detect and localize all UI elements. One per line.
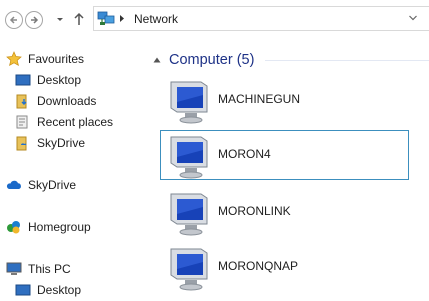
sidebar-item-recent-places[interactable]: Recent places: [15, 112, 113, 132]
sidebar-item-this-pc[interactable]: This PC: [6, 259, 71, 279]
computer-tile[interactable]: MORONQNAP: [160, 242, 409, 292]
content-pane: Computer (5) MACHINEGUN MORON4 MORONLINK…: [145, 40, 429, 298]
sidebar-item-label: Homegroup: [28, 220, 91, 234]
computer-name: MACHINEGUN: [218, 92, 301, 106]
sidebar-item-label: Downloads: [37, 94, 97, 108]
recent-locations-button[interactable]: [55, 13, 65, 25]
arrow-right-icon: [31, 16, 39, 24]
address-bar[interactable]: Network: [93, 6, 429, 31]
arrow-left-icon: [9, 16, 17, 24]
up-button[interactable]: [72, 11, 86, 27]
navigation-pane: Favourites Desktop Downloads Recent plac…: [0, 40, 145, 298]
computer-icon: [6, 261, 22, 277]
cloud-icon: [6, 177, 22, 193]
computer-tile[interactable]: MORONLINK: [160, 187, 409, 237]
sidebar-item-homegroup[interactable]: Homegroup: [6, 217, 91, 237]
sidebar-item-favourites[interactable]: Favourites: [6, 49, 84, 69]
chevron-right-icon: [120, 15, 124, 22]
computer-icon: [170, 136, 208, 179]
skydrive-folder-icon: [15, 135, 31, 151]
computer-name: MORONQNAP: [218, 259, 299, 273]
navigation-bar: Network: [0, 0, 429, 40]
group-header-computer[interactable]: Computer (5): [153, 50, 254, 70]
desktop-icon: [15, 72, 31, 88]
arrow-up-icon: [74, 12, 84, 25]
desktop-icon: [15, 282, 31, 298]
chevron-down-icon: [57, 18, 63, 21]
back-button[interactable]: [5, 11, 23, 29]
sidebar-item-label: SkyDrive: [37, 136, 86, 150]
collapse-icon[interactable]: [153, 57, 161, 63]
sidebar-item-label: Desktop: [37, 73, 82, 87]
sidebar-item-downloads[interactable]: Downloads: [15, 91, 96, 111]
recent-places-icon: [15, 114, 31, 130]
sidebar-item-skydrive[interactable]: SkyDrive: [6, 175, 76, 195]
forward-button[interactable]: [25, 11, 43, 29]
sidebar-item-label: This PC: [28, 262, 71, 276]
sidebar-item-skydrive-folder[interactable]: SkyDrive: [15, 133, 85, 153]
computer-icon: [170, 193, 208, 236]
computer-icon: [170, 248, 208, 291]
computer-icon: [170, 81, 208, 124]
group-title: Computer (5): [169, 52, 255, 68]
chevron-down-icon[interactable]: [409, 15, 417, 21]
sidebar-item-label: Favourites: [28, 52, 85, 66]
breadcrumb[interactable]: Network: [134, 12, 178, 26]
homegroup-icon: [6, 219, 22, 235]
sidebar-item-label: Desktop: [37, 283, 82, 297]
computer-tile-selected[interactable]: MORON4: [160, 130, 409, 180]
computer-tile[interactable]: MACHINEGUN: [160, 75, 409, 125]
computer-name: MORON4: [218, 147, 271, 161]
downloads-folder-icon: [15, 93, 31, 109]
sidebar-item-label: SkyDrive: [28, 178, 77, 192]
network-icon: [97, 11, 115, 25]
star-icon: [6, 51, 22, 67]
computer-name: MORONLINK: [218, 204, 291, 218]
sidebar-item-desktop-pc[interactable]: Desktop: [15, 280, 81, 300]
sidebar-item-desktop[interactable]: Desktop: [15, 70, 81, 90]
sidebar-item-label: Recent places: [37, 115, 114, 129]
group-divider: [265, 60, 429, 61]
